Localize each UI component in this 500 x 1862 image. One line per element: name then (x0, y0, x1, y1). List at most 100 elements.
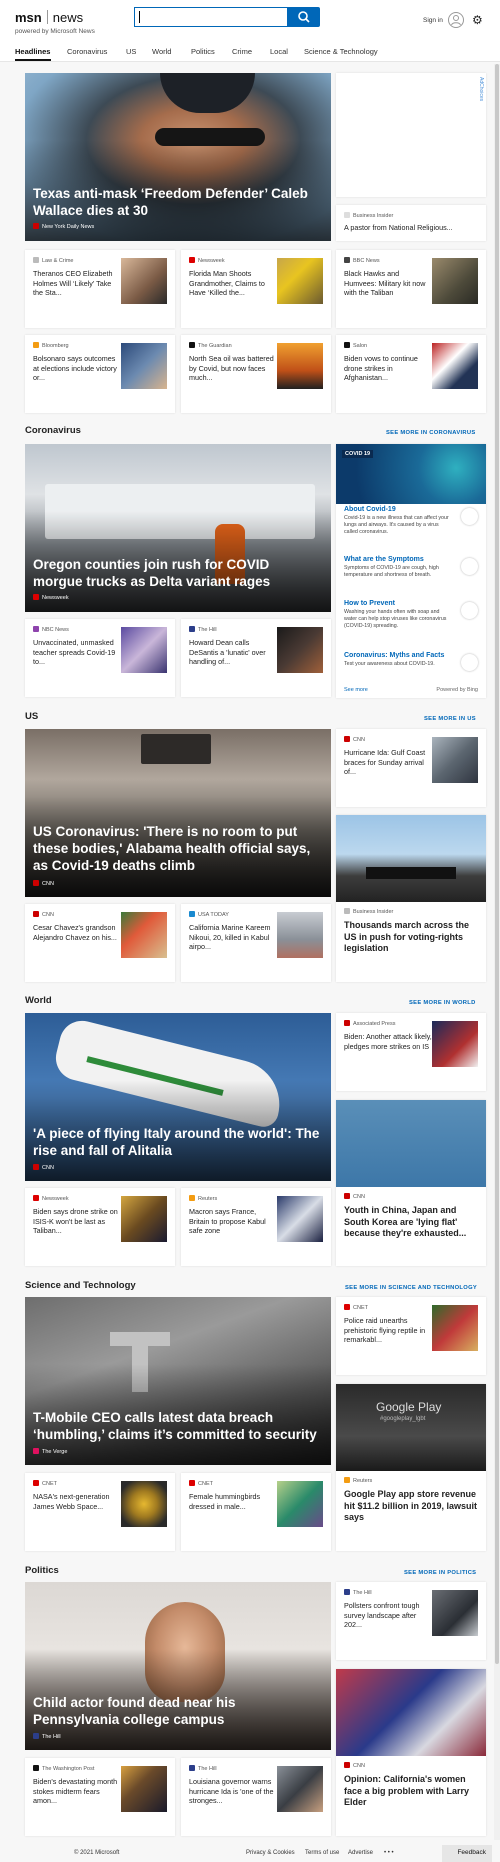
side-story-card[interactable]: The Hill Pollsters confront tough survey… (336, 1582, 486, 1660)
active-tab-indicator (15, 59, 51, 61)
story-title: Police raid unearths prehistoric flying … (344, 1316, 426, 1344)
story-card[interactable]: Reuters Macron says France, Britain to p… (181, 1188, 331, 1266)
coronavirus-hero-card[interactable]: Oregon counties join rush for COVID morg… (25, 444, 331, 612)
tab-headlines[interactable]: Headlines (15, 47, 50, 56)
tab-coronavirus[interactable]: Coronavirus (67, 47, 107, 56)
see-more-world-link[interactable]: SEE MORE IN WORLD (409, 1000, 476, 1006)
politics-hero-card[interactable]: Child actor found dead near his Pennsylv… (25, 1582, 331, 1750)
story-title: Biden says drone strike on ISIS-K won't … (33, 1207, 118, 1235)
story-thumbnail (432, 1305, 478, 1351)
story-card[interactable]: BBC News Black Hawks and Humvees: Milita… (336, 250, 486, 328)
see-more-science-link[interactable]: SEE MORE IN SCIENCE AND TECHNOLOGY (345, 1285, 477, 1291)
footer-link-advertise[interactable]: Advertise (348, 1850, 373, 1856)
footer-link-privacy[interactable]: Privacy & Cookies (246, 1850, 295, 1856)
story-source: BBC News (344, 257, 432, 264)
side-story-card[interactable]: CNN Hurricane Ida: Gulf Coast braces for… (336, 729, 486, 807)
news-label: news (52, 10, 84, 25)
story-card[interactable]: Newsweek Florida Man Shoots Grandmother,… (181, 250, 331, 328)
story-card[interactable]: NBC News Unvaccinated, unmasked teacher … (25, 619, 175, 697)
story-thumbnail (277, 912, 323, 958)
covid-item-myths[interactable]: Coronavirus: Myths and Facts Test your aw… (344, 652, 478, 671)
story-card[interactable]: CNET NASA's next-generation James Webb S… (25, 1473, 175, 1551)
story-title: Hurricane Ida: Gulf Coast braces for Sun… (344, 748, 426, 776)
see-more-politics-link[interactable]: SEE MORE IN POLITICS (404, 1570, 476, 1576)
story-title: Black Hawks and Humvees: Military kit no… (344, 269, 426, 297)
avatar-icon[interactable] (448, 12, 464, 28)
tab-crime[interactable]: Crime (232, 47, 252, 56)
side-story-card[interactable]: Business Insider A pastor from National … (336, 205, 486, 241)
story-source: CNN (344, 1762, 365, 1769)
story-card[interactable]: USA TODAY California Marine Kareem Nikou… (181, 904, 331, 982)
hero-title: Child actor found dead near his Pennsylv… (33, 1695, 236, 1727)
story-source: The Hill (189, 1765, 277, 1772)
covid-item-about[interactable]: About Covid-19 Covid-19 is a new illness … (344, 506, 478, 536)
tab-local[interactable]: Local (270, 47, 288, 56)
story-card[interactable]: CNET Female hummingbirds dressed in male… (181, 1473, 331, 1551)
footer: © 2021 Microsoft Privacy & Cookies Terms… (0, 1845, 500, 1862)
covid-see-more-link[interactable]: See more (344, 687, 368, 693)
feature-story-card[interactable]: Google Play #googleplay_lgbt Reuters Goo… (336, 1384, 486, 1551)
story-thumbnail (121, 1196, 167, 1242)
story-card[interactable]: CNN Cesar Chavez's grandson Alejandro Ch… (25, 904, 175, 982)
tab-us[interactable]: US (126, 47, 136, 56)
story-card[interactable]: Bloomberg Bolsonaro says outcomes at ele… (25, 335, 175, 413)
story-card[interactable]: The Hill Howard Dean calls DeSantis a 'l… (181, 619, 331, 697)
story-title: Bolsonaro says outcomes at elections inc… (33, 354, 117, 382)
sign-in-link[interactable]: Sign in (423, 17, 443, 24)
tab-world[interactable]: World (152, 47, 171, 56)
see-more-us-link[interactable]: SEE MORE IN US (424, 716, 476, 722)
gear-icon[interactable]: ⚙ (472, 14, 484, 26)
science-hero-card[interactable]: T-Mobile CEO calls latest data breach ‘h… (25, 1297, 331, 1465)
story-thumbnail (121, 1481, 167, 1527)
story-title: North Sea oil was battered by Covid, but… (189, 354, 274, 382)
side-story-card[interactable]: CNET Police raid unearths prehistoric fl… (336, 1297, 486, 1375)
story-title: Female hummingbirds dressed in male... (189, 1492, 261, 1511)
hero-title: Oregon counties join rush for COVID morg… (33, 557, 271, 589)
story-source: Law & Crime (33, 257, 121, 264)
world-hero-card[interactable]: 'A piece of flying Italy around the worl… (25, 1013, 331, 1181)
story-thumbnail (277, 343, 323, 389)
see-more-coronavirus-link[interactable]: SEE MORE IN CORONAVIRUS (386, 430, 476, 436)
search-input[interactable] (134, 7, 288, 27)
story-card[interactable]: The Guardian North Sea oil was battered … (181, 335, 331, 413)
adchoices-label[interactable]: AdChoices (476, 77, 484, 117)
feature-story-card[interactable]: Business Insider Thousands march across … (336, 815, 486, 982)
story-image (336, 815, 486, 902)
tab-science-technology[interactable]: Science & Technology (304, 47, 378, 56)
hero-title: US Coronavirus: 'There is no room to put… (33, 824, 311, 873)
hero-source: CNN (33, 880, 54, 887)
top-hero-card[interactable]: Texas anti-mask ‘Freedom Defender’ Caleb… (25, 73, 331, 241)
side-story-card[interactable]: Associated Press Biden: Another attack l… (336, 1013, 486, 1091)
story-card[interactable]: The Washington Post Biden's devastating … (25, 1758, 175, 1836)
story-thumbnail (432, 1021, 478, 1067)
story-thumbnail (432, 258, 478, 304)
story-card[interactable]: Law & Crime Theranos CEO Elizabeth Holme… (25, 250, 175, 328)
google-play-sign-sub: #googleplay_lgbt (380, 1416, 426, 1422)
story-source: USA TODAY (189, 911, 277, 918)
story-thumbnail (277, 258, 323, 304)
symptoms-icon (461, 558, 478, 575)
story-title: Theranos CEO Elizabeth Holmes Will ‘Like… (33, 269, 113, 297)
search-button[interactable] (288, 7, 320, 27)
us-hero-card[interactable]: US Coronavirus: 'There is no room to put… (25, 729, 331, 897)
story-card[interactable]: Newsweek Biden says drone strike on ISIS… (25, 1188, 175, 1266)
footer-more-icon[interactable]: • • • (384, 1850, 394, 1856)
story-card[interactable]: Salon Biden vows to continue drone strik… (336, 335, 486, 413)
scrollbar[interactable] (494, 64, 500, 1840)
tab-politics[interactable]: Politics (191, 47, 215, 56)
feature-story-card[interactable]: CNN Opinion: California's women face a b… (336, 1669, 486, 1836)
footer-link-terms[interactable]: Terms of use (305, 1850, 339, 1856)
msn-logo[interactable]: msn news powered by Microsoft News (15, 9, 95, 35)
site-header: msn news powered by Microsoft News Sign i… (0, 0, 500, 42)
story-thumbnail (432, 1590, 478, 1636)
story-card[interactable]: The Hill Louisiana governor warns hurric… (181, 1758, 331, 1836)
covid-item-symptoms[interactable]: What are the Symptoms Symptoms of COVID-1… (344, 556, 478, 579)
feature-story-card[interactable]: CNN Youth in China, Japan and South Kore… (336, 1100, 486, 1266)
covid-item-prevent[interactable]: How to Prevent Washing your hands often w… (344, 600, 478, 630)
ad-slot[interactable]: AdChoices (336, 73, 486, 197)
scrollbar-thumb[interactable] (495, 64, 499, 1664)
feedback-button[interactable]: Feedback (442, 1845, 492, 1862)
story-title: Biden vows to continue drone strikes in … (344, 354, 418, 382)
section-heading-coronavirus: Coronavirus (25, 425, 81, 436)
story-title: Youth in China, Japan and South Korea ar… (344, 1205, 467, 1238)
